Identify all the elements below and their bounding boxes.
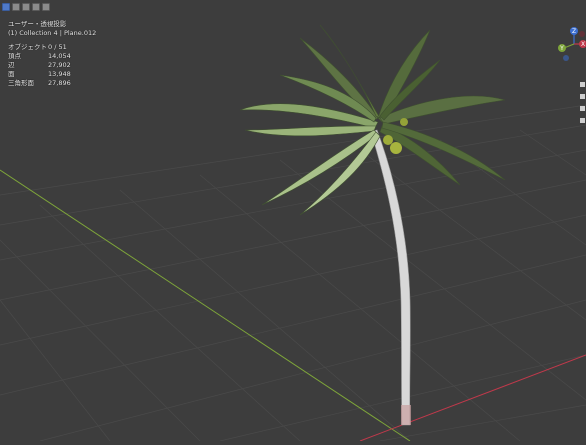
gizmo-neg-handle[interactable] xyxy=(579,31,585,37)
stat-row: 辺 27,902 xyxy=(8,61,96,70)
gizmo-neg-handle[interactable] xyxy=(563,55,569,61)
viewport-info-overlay: ユーザー・透視投影 (1) Collection 4 | Plane.012 オ… xyxy=(8,20,96,88)
select-subtract-icon[interactable] xyxy=(22,3,30,11)
stat-row: 面 13,948 xyxy=(8,70,96,79)
stat-label: 面 xyxy=(8,70,15,78)
3d-viewport[interactable]: ユーザー・透視投影 (1) Collection 4 | Plane.012 オ… xyxy=(0,0,586,442)
stat-value: 0 / 51 xyxy=(48,43,67,51)
coconut xyxy=(383,135,393,145)
stat-value: 13,948 xyxy=(48,70,71,78)
view-name: ユーザー・透視投影 xyxy=(8,20,67,28)
gizmo-y-label: Y xyxy=(559,45,564,52)
stat-label: 三角形面 xyxy=(8,79,34,87)
select-invert-icon[interactable] xyxy=(32,3,40,11)
stat-label: 頂点 xyxy=(8,52,21,60)
camera-icon[interactable] xyxy=(580,106,585,111)
stat-row: 頂点 14,054 xyxy=(8,52,96,61)
gizmo-x-label: X xyxy=(581,41,585,48)
navigation-gizmo[interactable]: Z X Y xyxy=(552,26,586,66)
stat-label: オブジェクト xyxy=(8,43,47,51)
pan-icon[interactable] xyxy=(580,94,585,99)
select-intersect-icon[interactable] xyxy=(42,3,50,11)
stat-label: 辺 xyxy=(8,61,15,69)
gizmo-z-label: Z xyxy=(572,28,576,35)
select-extend-icon[interactable] xyxy=(12,3,20,11)
ortho-toggle-icon[interactable] xyxy=(580,118,585,123)
coconut xyxy=(400,118,408,126)
stat-value: 14,054 xyxy=(48,52,71,60)
stat-value: 27,902 xyxy=(48,61,71,69)
select-box-icon[interactable] xyxy=(2,3,10,11)
collection-info: (1) Collection 4 | Plane.012 xyxy=(8,29,97,37)
coconut xyxy=(390,142,402,154)
stat-value: 27,896 xyxy=(48,79,71,87)
stat-row: オブジェクト 0 / 51 xyxy=(8,43,96,52)
trunk-base xyxy=(401,405,411,425)
select-mode-toolbar xyxy=(2,3,50,15)
stat-row: 三角形面 27,896 xyxy=(8,79,96,88)
viewport-tool-strip xyxy=(580,82,585,123)
zoom-icon[interactable] xyxy=(580,82,585,87)
